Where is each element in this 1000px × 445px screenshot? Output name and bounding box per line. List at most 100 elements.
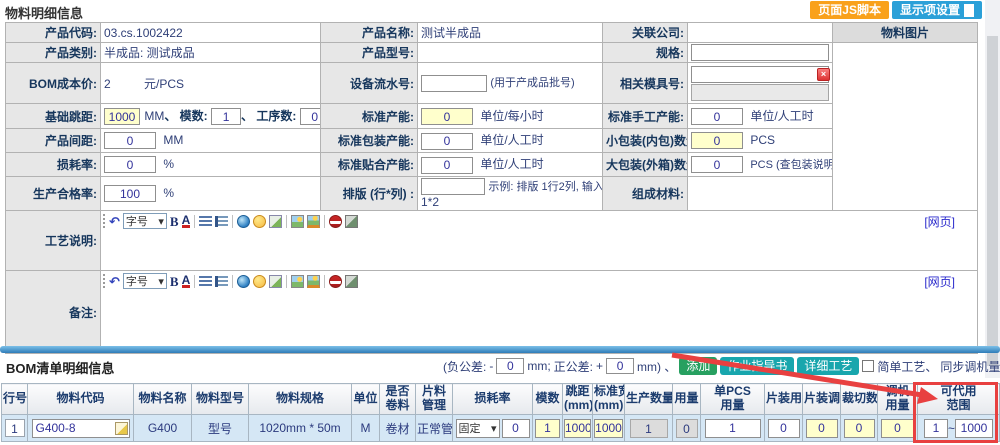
loss-mode-select[interactable]: 固定▾ (456, 419, 500, 438)
gap-unit: MM (163, 133, 183, 147)
pos-tolerance-input[interactable] (606, 358, 634, 374)
std-manual-label: 标准手工产能: (603, 104, 688, 129)
std-manual-input[interactable] (691, 108, 743, 125)
product-model-value (418, 43, 603, 63)
page-js-script-button[interactable]: 页面JS脚本 (810, 1, 889, 19)
mold-input[interactable] (691, 66, 829, 83)
modulus-input[interactable] (211, 108, 241, 125)
loss-input[interactable] (104, 156, 156, 173)
modulus-input[interactable] (535, 419, 560, 438)
font-size-select[interactable]: 字号▾ (123, 213, 167, 229)
col-header-material-code: 物料代码 (28, 384, 134, 415)
remark-editor[interactable] (101, 291, 977, 352)
webpage-link[interactable]: [网页] (924, 273, 955, 290)
bom-table-row: 1 G400 型号 1020mm * 50m M 卷材 正常管理 固定▾ (2, 415, 1000, 442)
process-count-label: 、 工序数: (241, 109, 296, 123)
simple-process-checkbox[interactable] (862, 360, 874, 372)
font-size-select[interactable]: 字号▾ (123, 273, 167, 289)
per-pcs-usage-input[interactable] (705, 419, 761, 438)
col-header-std-width: 标准宽(mm) (593, 384, 625, 415)
display-settings-button[interactable]: 显示项设置 (892, 1, 982, 19)
base-jump-unit: MM (144, 109, 164, 123)
sheet-usage-input[interactable] (768, 419, 800, 438)
material-model-cell: 型号 (192, 415, 249, 442)
webpage-link[interactable]: [网页] (924, 213, 955, 230)
material-image-header: 物料图片 (833, 23, 978, 43)
sheet-mgmt-cell: 正常管理 (416, 415, 453, 442)
bold-button[interactable]: B (170, 215, 179, 228)
prod-qty-readonly: 1 (630, 419, 668, 438)
gap-input[interactable] (104, 132, 156, 149)
bold-button[interactable]: B (170, 275, 179, 288)
spec-input[interactable] (691, 44, 829, 61)
std-capacity-input[interactable] (421, 108, 473, 125)
process-count-input[interactable] (300, 108, 321, 125)
base-jump-input[interactable] (104, 108, 140, 125)
list-icon[interactable] (215, 276, 228, 287)
scrollbar-thumb[interactable] (987, 36, 998, 366)
substitute-max-input[interactable] (955, 419, 993, 438)
display-settings-checkbox[interactable] (964, 4, 974, 17)
toolbar-grip-icon (103, 274, 106, 288)
sheet-adjust-input[interactable] (806, 419, 838, 438)
toolbar-separator (286, 215, 287, 228)
std-width-input[interactable] (594, 419, 623, 438)
jump-input[interactable] (564, 419, 591, 438)
insert-link-globe-icon[interactable] (237, 215, 250, 228)
col-header-material-spec: 物料规格 (249, 384, 352, 415)
sync-adjust-label: 同步调机量 (940, 358, 1000, 375)
composition-label: 组成材料: (603, 177, 688, 211)
process-desc-editor[interactable] (101, 231, 977, 269)
product-name-label: 产品名称: (321, 23, 418, 43)
outer-pack-label: 大包装(外箱)数量: (603, 153, 688, 177)
adjust-usage-input[interactable] (881, 419, 915, 438)
vertical-scrollbar[interactable] (985, 0, 1000, 378)
device-serial-input[interactable] (421, 75, 487, 92)
clean-icon[interactable] (345, 215, 358, 228)
layout-input[interactable] (421, 178, 485, 195)
product-name-value: 测试半成品 (418, 23, 603, 43)
remove-format-icon[interactable] (329, 275, 342, 288)
usage-cell: 0 (673, 415, 701, 442)
std-pack-unit: 单位/人工时 (480, 133, 543, 147)
upload-image-icon[interactable] (307, 215, 320, 228)
neg-tolerance-input[interactable] (496, 358, 524, 374)
toolbar-separator (324, 275, 325, 288)
detail-process-button[interactable]: 详细工艺 (797, 357, 859, 375)
undo-icon[interactable]: ↶ (109, 275, 120, 288)
substitute-min-input[interactable] (924, 419, 948, 438)
work-instruction-button[interactable]: 作业指导书 (720, 357, 794, 375)
material-form-table: 产品代码: 03.cs.1002422 产品名称: 测试半成品 关联公司: 物料… (5, 22, 978, 354)
edit-html-icon[interactable] (269, 275, 282, 288)
outer-pack-input[interactable] (691, 156, 743, 173)
undo-icon[interactable]: ↶ (109, 215, 120, 228)
std-pack-label: 标准包装产能: (321, 129, 418, 153)
std-capacity-unit: 单位/每小时 (480, 109, 543, 123)
prod-qty-cell: 1 (625, 415, 673, 442)
std-fit-input[interactable] (421, 157, 473, 174)
inner-pack-input[interactable] (691, 132, 743, 149)
clean-icon[interactable] (345, 275, 358, 288)
insert-image-icon[interactable] (291, 215, 304, 228)
insert-link-globe-icon[interactable] (237, 275, 250, 288)
align-icon[interactable] (199, 276, 212, 287)
col-header-sheet-adjust: 片装调机 (803, 384, 841, 415)
emoticon-icon[interactable] (253, 275, 266, 288)
insert-image-icon[interactable] (291, 275, 304, 288)
edit-html-icon[interactable] (269, 215, 282, 228)
font-color-button[interactable]: A (182, 215, 191, 228)
upload-image-icon[interactable] (307, 275, 320, 288)
cut-count-input[interactable] (844, 419, 875, 438)
align-icon[interactable] (199, 216, 212, 227)
remove-format-icon[interactable] (329, 215, 342, 228)
font-color-button[interactable]: A (182, 275, 191, 288)
loss-rate-input[interactable] (502, 419, 530, 438)
emoticon-icon[interactable] (253, 215, 266, 228)
material-lookup-icon[interactable] (115, 422, 128, 435)
std-pack-input[interactable] (421, 133, 473, 150)
layout-hint: 示例: 排版 1行2列, 输入 (488, 181, 602, 193)
add-button[interactable]: 添加 (679, 357, 717, 375)
clear-mold-icon[interactable]: × (817, 68, 830, 81)
pass-rate-input[interactable] (104, 185, 156, 202)
list-icon[interactable] (215, 216, 228, 227)
